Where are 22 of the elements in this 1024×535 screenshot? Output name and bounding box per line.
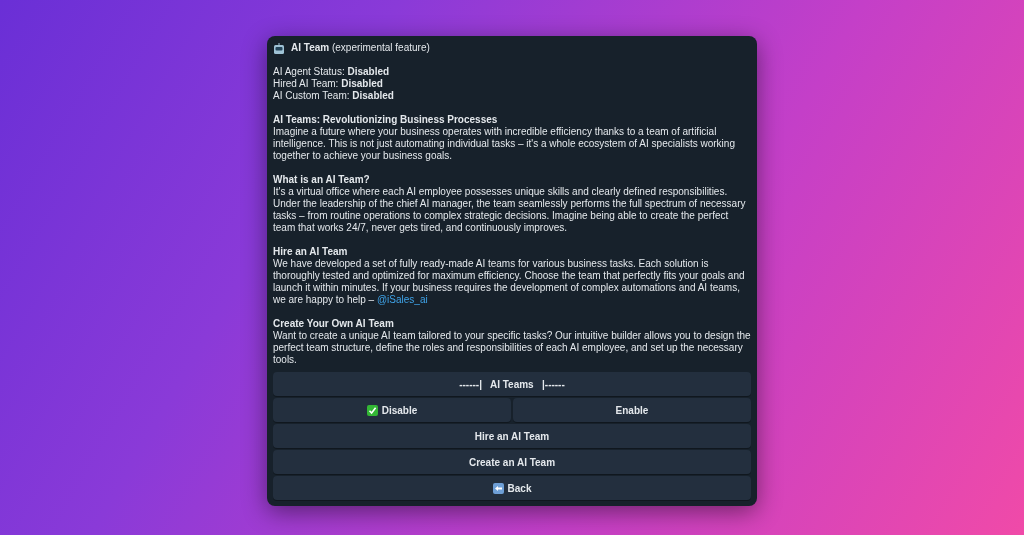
robot-icon <box>273 42 285 54</box>
menu-button[interactable]: Enable <box>513 398 751 422</box>
menu-button[interactable]: ------| AI Teams |------ <box>273 372 751 396</box>
section-heading: Create Your Own AI Team <box>273 318 395 330</box>
section-text: We have developed a set of fully ready-made AI teams for various business tasks. Each solution is thoroughly tested and optimized for maximum efficiency. Choose the team that perfectly fits your goals and launch it within minutes. If your business requires the development of complex automations and AI teams, we are happy to help – @iSales_ai <box>273 258 746 306</box>
status-line: Hired AI Team: Disabled <box>273 78 384 90</box>
section-text: Want to create a unique AI team tailored to your specific tasks? Our intuitive builder allows you to design the perfect team structure, define the roles and responsibilities of each AI employee, and set up the necessary tools. <box>273 330 751 366</box>
checkmark-icon <box>366 404 378 416</box>
status-line: AI Custom Team: Disabled <box>273 90 395 102</box>
window-title: AI Team (experimental feature) <box>291 42 430 54</box>
back-arrow-icon <box>492 482 504 494</box>
section-text: It's a virtual office where each AI employee possesses unique skills and clearly defined responsibilities. Under the leadership of the chief AI manager, the team seamlessly performs the full spectrum of necessary tasks – from routine operations to complex strategic decisions. Imagine being able to create the perfect team that works 24/7, never gets tired, and continuously improves. <box>273 186 747 234</box>
back-button[interactable]: Back <box>273 476 751 500</box>
menu-button[interactable]: Hire an AI Team <box>273 424 751 448</box>
section-heading: AI Teams: Revolutionizing Business Processes <box>273 114 499 126</box>
menu-button[interactable]: Create an AI Team <box>273 450 751 474</box>
account-link[interactable]: @iSales_ai <box>376 294 428 305</box>
status-line: AI Agent Status: Disabled <box>273 66 391 78</box>
section-heading: Hire an AI Team <box>273 246 349 258</box>
section-text: Imagine a future where your business operates with incredible efficiency thanks to a team of artificial intelligence. This is not just automating individual tasks – it's a whole ecosystem of AI specialists working together to achieve your business goals. <box>273 126 736 162</box>
menu-button[interactable]: Disable <box>273 398 511 422</box>
section-heading: What is an AI Team? <box>273 174 371 186</box>
